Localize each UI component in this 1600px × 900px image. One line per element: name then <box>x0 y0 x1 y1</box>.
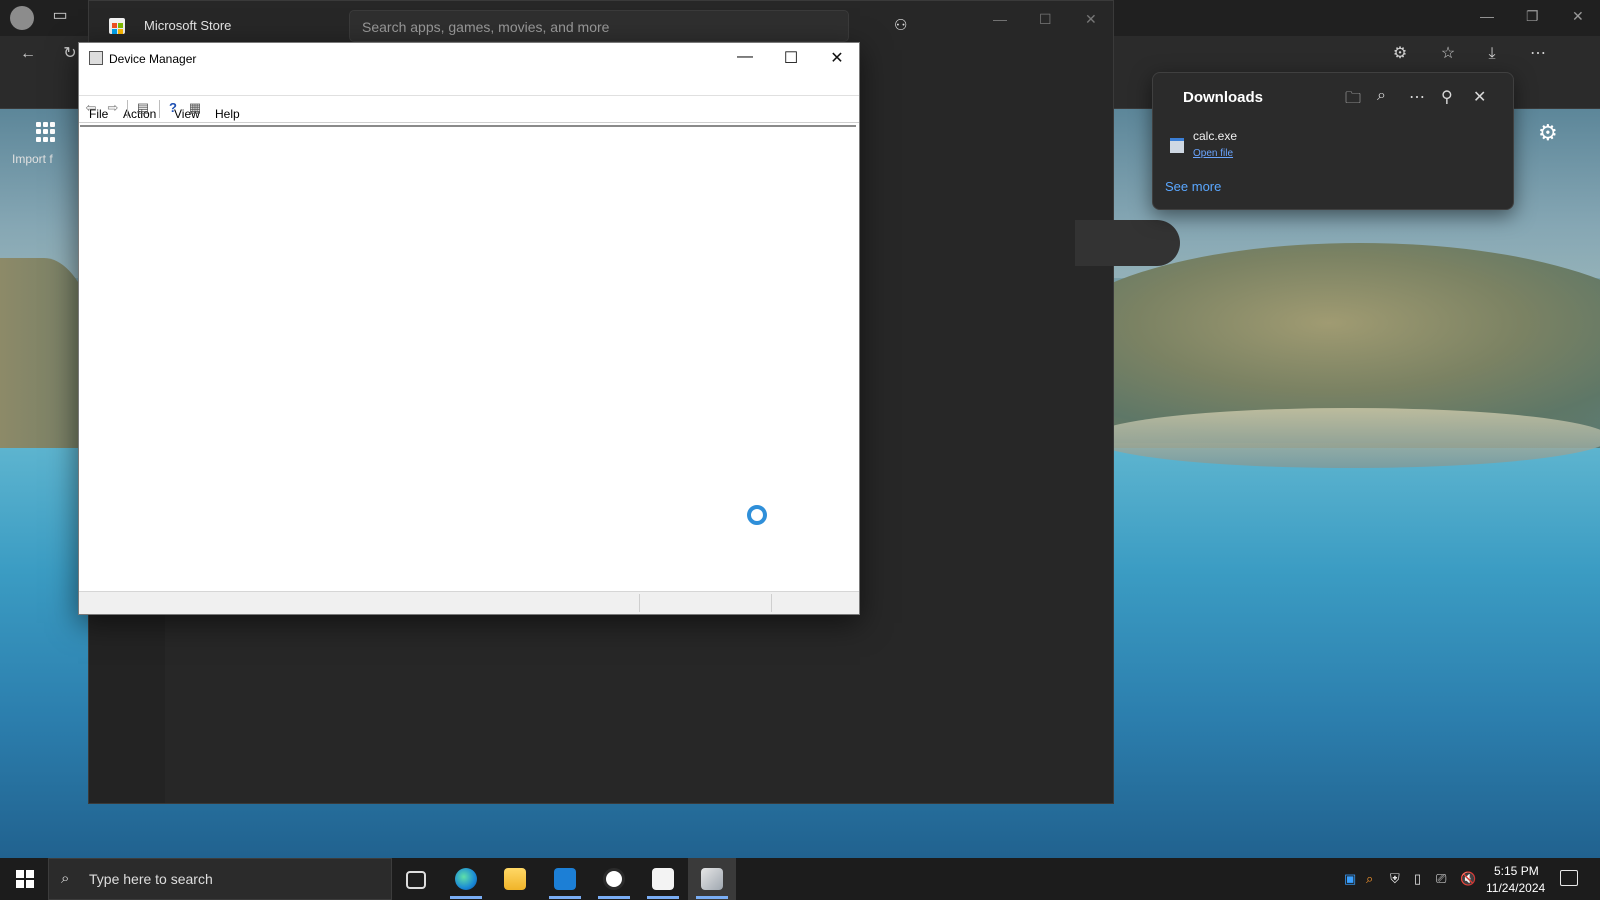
remote-app-icon <box>554 868 576 890</box>
more-options-icon[interactable]: ⋯ <box>1409 87 1425 107</box>
taskbar-search-input[interactable]: ⌕ Type here to search <box>48 858 392 900</box>
close-icon[interactable]: ✕ <box>819 48 855 68</box>
open-file-link[interactable]: Open file <box>1193 148 1233 159</box>
taskbar: ⌕ Type here to search ▣ ⌕ ⛨ ▯ ⎚ 🔇 5:15 P… <box>0 858 1600 900</box>
running-indicator <box>696 896 728 899</box>
store-icon <box>652 868 674 890</box>
pin-icon[interactable]: ⚲ <box>1441 87 1453 107</box>
remote-tray-icon[interactable]: ▣ <box>1344 871 1356 887</box>
back-icon[interactable]: ⇦ <box>83 100 99 116</box>
edge-icon <box>455 868 477 890</box>
more-menu-icon[interactable]: ⋯ <box>1526 44 1550 68</box>
dm-menubar: File Action View Help <box>79 73 859 121</box>
device-manager-icon <box>89 51 103 65</box>
store-close-icon[interactable]: ✕ <box>1085 11 1097 28</box>
device-manager-icon <box>701 868 723 890</box>
running-indicator <box>598 896 630 899</box>
task-view-icon <box>406 871 426 889</box>
toolbar-separator <box>127 100 128 118</box>
downloads-title: Downloads <box>1183 89 1264 106</box>
toolbar-separator <box>159 100 160 118</box>
tab-actions-icon[interactable]: ▭ <box>48 6 72 30</box>
show-hide-icon[interactable]: ▦ <box>187 100 203 116</box>
volume-muted-icon[interactable]: 🔇 <box>1460 871 1476 887</box>
statusbar-divider <box>639 594 640 612</box>
dm-statusbar <box>79 591 859 614</box>
profile-avatar-icon[interactable] <box>10 6 34 30</box>
clock-time[interactable]: 5:15 PM <box>1494 864 1539 878</box>
favorites-icon[interactable]: ☆ <box>1436 44 1460 68</box>
account-icon[interactable]: ⚇ <box>894 16 907 34</box>
download-file-name: calc.exe <box>1193 129 1238 143</box>
task-view-button[interactable] <box>392 858 440 900</box>
taskbar-search-placeholder: Type here to search <box>89 871 213 887</box>
windows-logo-icon[interactable] <box>16 870 34 888</box>
notification-center-icon[interactable] <box>1560 870 1578 886</box>
running-indicator <box>450 896 482 899</box>
store-minimize-icon[interactable]: — <box>993 11 1007 27</box>
taskbar-store[interactable] <box>639 858 687 900</box>
help-icon[interactable]: ? <box>165 100 181 116</box>
usb-tray-icon[interactable]: ▯ <box>1414 871 1421 887</box>
store-maximize-icon[interactable]: ☐ <box>1039 11 1052 28</box>
apps-grid-icon[interactable] <box>36 122 56 142</box>
dm-title: Device Manager <box>109 52 197 66</box>
maximize-icon[interactable]: ☐ <box>773 48 809 68</box>
close-icon[interactable]: ✕ <box>1473 87 1486 107</box>
minimize-icon[interactable]: — <box>1480 8 1494 24</box>
loading-spinner-icon <box>747 505 767 525</box>
settings-gear-icon[interactable]: ⚙ <box>1538 120 1558 146</box>
magnifier-icon: ⌕ <box>61 870 70 887</box>
extensions-icon[interactable]: ⚙ <box>1388 44 1412 68</box>
dm-toolbar: ⇦ ⇨ ▤ ? ▦ <box>79 95 859 123</box>
taskbar-app-remote[interactable] <box>541 858 589 900</box>
exe-file-icon <box>1170 138 1184 153</box>
store-search-input[interactable]: Search apps, games, movies, and more <box>349 10 849 42</box>
taskbar-device-manager[interactable] <box>688 858 736 900</box>
statusbar-divider <box>771 594 772 612</box>
running-indicator <box>647 896 679 899</box>
taskbar-clock[interactable] <box>590 858 638 900</box>
store-title: Microsoft Store <box>144 18 232 33</box>
properties-icon[interactable]: ▤ <box>135 100 151 116</box>
forward-icon[interactable]: ⇨ <box>105 100 121 116</box>
new-tab-search-pill[interactable] <box>1075 220 1180 266</box>
minimize-icon[interactable]: — <box>727 48 763 66</box>
back-icon[interactable]: ← <box>16 44 40 68</box>
clock-date[interactable]: 11/24/2024 <box>1486 881 1545 895</box>
device-tree-pane[interactable] <box>80 125 856 589</box>
clock-icon <box>603 868 625 890</box>
store-logo-icon <box>109 18 125 34</box>
device-manager-window: Device Manager — ☐ ✕ File Action View He… <box>78 42 860 615</box>
search-tray-icon[interactable]: ⌕ <box>1366 871 1373 887</box>
see-more-link[interactable]: See more <box>1165 179 1221 194</box>
network-icon[interactable]: ⎚ <box>1436 871 1446 887</box>
running-indicator <box>549 896 581 899</box>
close-icon[interactable]: ✕ <box>1572 8 1584 25</box>
taskbar-explorer[interactable] <box>491 858 539 900</box>
shore <box>1090 408 1600 468</box>
downloads-flyout: Downloads 🗀 ⌕ ⋯ ⚲ ✕ calc.exe Open file S… <box>1152 72 1514 210</box>
import-favorites-link[interactable]: Import f <box>12 152 53 166</box>
download-icon[interactable]: ⤓ <box>1480 44 1504 68</box>
restore-icon[interactable]: ❐ <box>1526 8 1539 25</box>
taskbar-edge[interactable] <box>442 858 490 900</box>
dm-titlebar: Device Manager — ☐ ✕ <box>79 43 859 73</box>
search-icon[interactable]: ⌕ <box>1377 87 1386 105</box>
folder-icon <box>504 868 526 890</box>
security-tray-icon[interactable]: ⛨ <box>1390 871 1400 887</box>
open-folder-icon[interactable]: 🗀 <box>1345 87 1361 114</box>
